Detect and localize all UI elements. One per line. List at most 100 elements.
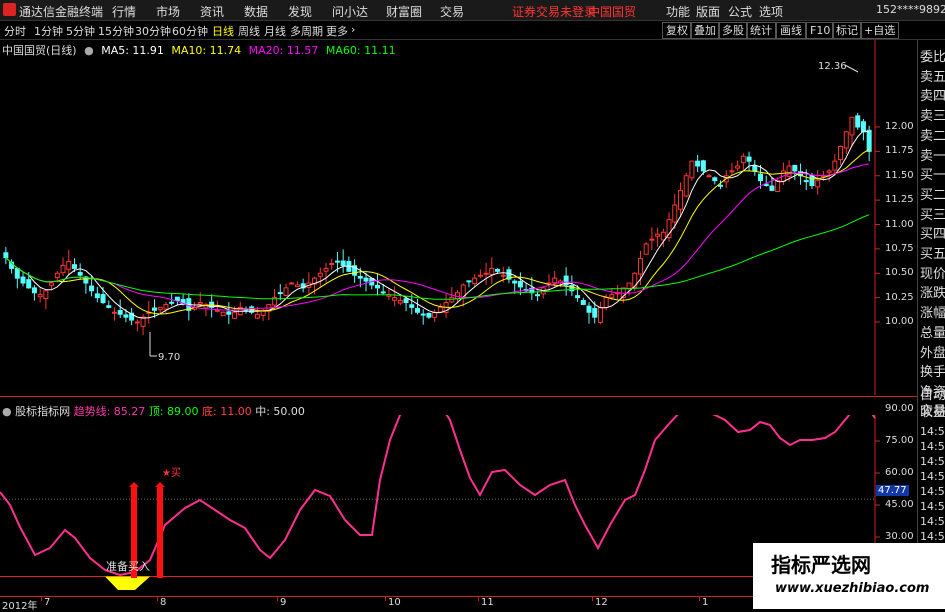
period-tab-daily[interactable]: 日线 <box>212 23 234 39</box>
period-tab-30m[interactable]: 30分钟 <box>135 23 171 39</box>
button-huaxian[interactable]: 画线 <box>776 22 806 39</box>
candle-body <box>49 282 55 286</box>
period-tab-60m[interactable]: 60分钟 <box>172 23 208 39</box>
candle-body <box>71 264 77 269</box>
period-tab-15m[interactable]: 15分钟 <box>98 23 134 39</box>
ind-y-tick-label: 60.00 <box>885 467 914 478</box>
candle-body <box>89 285 95 292</box>
candle-body <box>426 312 432 318</box>
candle-body <box>843 131 849 149</box>
x-tick <box>385 596 386 601</box>
menu-banmian[interactable]: 版面 <box>696 3 720 20</box>
candle-body <box>660 231 666 241</box>
candle-body <box>220 311 226 317</box>
button-zixuan[interactable]: +自选 <box>860 22 900 39</box>
menu-xuanxiang[interactable]: 选项 <box>759 3 783 20</box>
app-name: 通达信金融终端 <box>19 5 104 19</box>
candle-body <box>477 274 483 277</box>
sidebar-item[interactable]: 买一 <box>920 164 945 183</box>
button-fuquan[interactable]: 复权 <box>662 22 692 39</box>
sidebar-item[interactable]: 交易 <box>920 400 945 419</box>
candle-body <box>792 164 798 172</box>
candle-body <box>775 180 781 193</box>
y-tick-label: 12.00 <box>885 121 914 132</box>
menu-gongneng[interactable]: 功能 <box>666 3 690 20</box>
chevron-right-icon[interactable]: › <box>351 23 355 36</box>
candle-body <box>232 311 238 319</box>
menu-shuju[interactable]: 数据 <box>244 3 268 20</box>
candle-body <box>31 287 37 294</box>
candle-body <box>174 296 180 302</box>
candle-body <box>340 260 346 266</box>
period-tab-fenshi[interactable]: 分时 <box>4 23 26 39</box>
sidebar-item[interactable]: 卖一 <box>920 145 945 164</box>
candle-body <box>517 281 523 288</box>
button-biaoji[interactable]: 标记 <box>832 22 862 39</box>
sidebar-item[interactable]: 现价 <box>920 263 945 282</box>
period-tab-5m[interactable]: 5分钟 <box>66 23 95 39</box>
menu-jiaoyi[interactable]: 交易 <box>440 3 464 20</box>
menu-caifuquan[interactable]: 财富圈 <box>386 3 422 20</box>
menu-gongshi[interactable]: 公式 <box>728 3 752 20</box>
x-tick <box>592 596 593 601</box>
candle-body <box>374 284 380 289</box>
menu-wenxiaoda[interactable]: 问小达 <box>332 3 368 20</box>
candle-body <box>637 258 643 275</box>
candle-body <box>712 177 718 182</box>
x-tick <box>699 596 700 601</box>
candle-body <box>552 277 558 284</box>
sidebar-item[interactable]: 卖四 <box>920 85 945 104</box>
user-account[interactable]: 152****9892 <box>876 3 945 16</box>
candle-body <box>169 301 175 304</box>
sidebar-time: 14:56 <box>920 440 945 453</box>
sidebar-item[interactable]: 外盘 <box>920 342 945 361</box>
menu-shichang[interactable]: 市场 <box>156 3 180 20</box>
sidebar-item[interactable]: 涨跌 <box>920 282 945 301</box>
sidebar-item[interactable]: 总量 <box>920 322 945 341</box>
period-tab-weekly[interactable]: 周线 <box>238 23 260 39</box>
candle-body <box>100 294 106 303</box>
menu-zixun[interactable]: 资讯 <box>200 3 224 20</box>
y-tick-label: 10.50 <box>885 267 914 279</box>
button-f10[interactable]: F10 <box>806 22 835 39</box>
menu-hangqing[interactable]: 行情 <box>112 3 136 20</box>
candle-body <box>106 305 112 308</box>
sidebar-item[interactable]: 换手 <box>920 361 945 380</box>
period-tab-1m[interactable]: 1分钟 <box>34 23 63 39</box>
y-tick-label: 10.25 <box>885 291 914 303</box>
candle-body <box>689 160 695 179</box>
candle-body <box>363 277 369 282</box>
sidebar-item[interactable]: 买四 <box>920 223 945 242</box>
sidebar-item[interactable]: 卖三 <box>920 105 945 124</box>
sidebar-item[interactable]: 涨幅 <box>920 302 945 321</box>
period-tab-more[interactable]: 更多 <box>326 23 348 39</box>
buy-arrow <box>155 482 165 487</box>
x-axis-line <box>0 596 875 597</box>
candle-body <box>626 282 632 289</box>
candle-body <box>609 294 615 298</box>
button-diejia[interactable]: 叠加 <box>690 22 720 39</box>
candle-body <box>592 308 598 318</box>
menu-faxian[interactable]: 发现 <box>288 3 312 20</box>
sidebar-item[interactable]: 买三 <box>920 204 945 223</box>
buy-arrow <box>129 482 139 487</box>
button-tongji[interactable]: 统计 <box>746 22 776 39</box>
sidebar-item[interactable]: 委比 <box>920 46 945 65</box>
login-status[interactable]: 证券交易未登录 <box>512 3 596 20</box>
candle-body <box>123 314 129 318</box>
x-tick <box>478 596 479 601</box>
candle-body <box>706 175 712 178</box>
sidebar-item[interactable]: 卖五 <box>920 66 945 85</box>
candle-body <box>472 277 478 285</box>
period-tab-monthly[interactable]: 月线 <box>264 23 286 39</box>
sidebar-item[interactable]: 买五 <box>920 243 945 262</box>
candle-body <box>77 271 83 276</box>
button-duogu[interactable]: 多股 <box>718 22 748 39</box>
candle-body <box>597 306 603 323</box>
sidebar-item[interactable]: 卖二 <box>920 125 945 144</box>
candlestick-chart[interactable]: 12.36 9.70 <box>0 40 917 395</box>
sidebar-time: 14:56 <box>920 470 945 483</box>
sidebar-item[interactable]: 买二 <box>920 184 945 203</box>
period-tab-multi[interactable]: 多周期 <box>290 23 323 39</box>
candle-body <box>152 307 158 311</box>
